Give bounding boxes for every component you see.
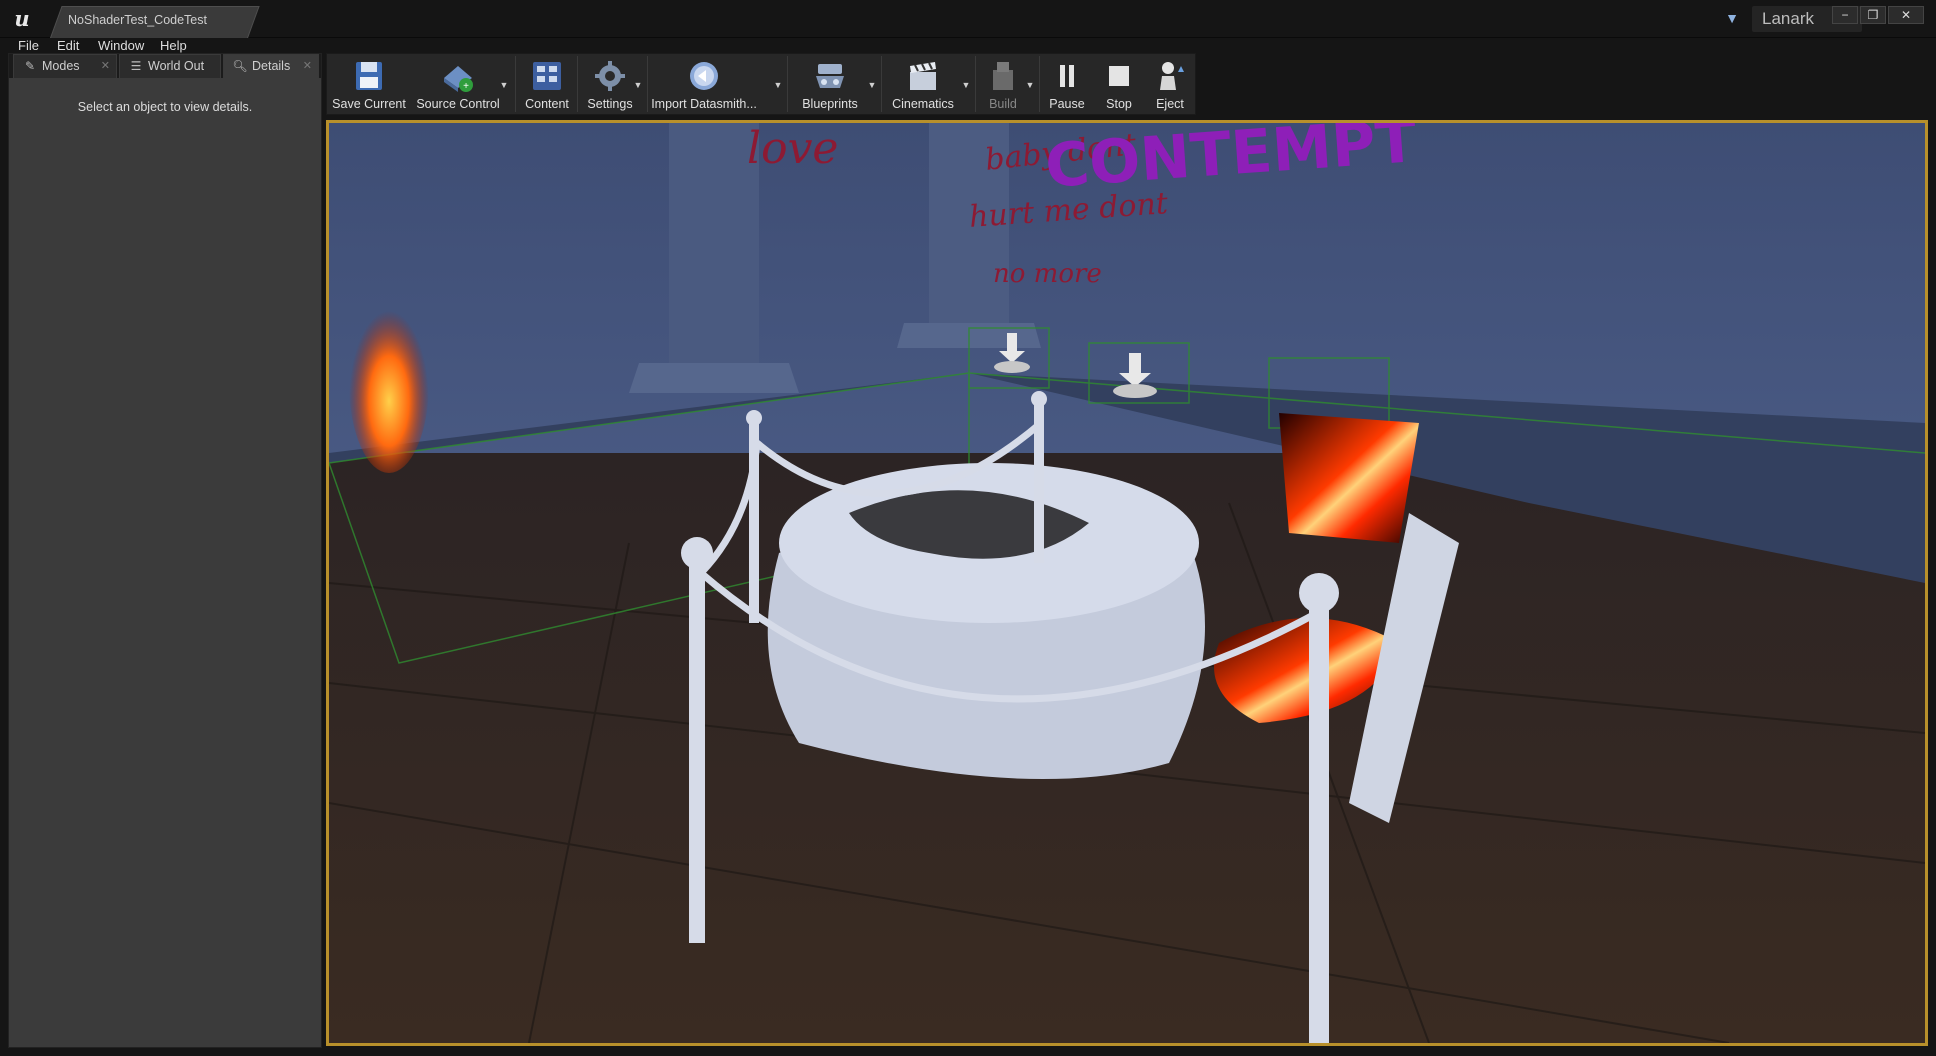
world-outliner-icon: ☰ <box>130 59 142 73</box>
panel-tab-strip: ✎ Modes ✕ ☰ World Out 🔍︎ Details ✕ <box>9 54 321 78</box>
svg-text:+: + <box>463 81 469 92</box>
menu-help[interactable]: Help <box>160 38 187 53</box>
level-viewport[interactable]: love baby dont hurt me dont no more CONT… <box>326 120 1928 1046</box>
datasmith-icon <box>690 62 718 90</box>
source-control-label: Source Control <box>416 97 500 111</box>
tab-close-icon[interactable]: ✕ <box>303 55 312 77</box>
toolbar-separator <box>577 56 578 112</box>
scene-render <box>329 123 1925 1043</box>
stop-button[interactable]: Stop <box>1093 54 1145 114</box>
pause-button[interactable]: Pause <box>1041 54 1093 114</box>
toolbar-separator <box>975 56 976 112</box>
title-bar: u NoShaderTest_CodeTest ▼ Lanark − ❐ ✕ <box>0 0 1936 38</box>
build-button[interactable]: Build <box>977 54 1029 114</box>
toolbar-separator <box>787 56 788 112</box>
content-button[interactable]: Content <box>517 54 577 114</box>
menu-file[interactable]: File <box>18 38 39 53</box>
project-badge-icon: ▼ <box>1725 10 1739 26</box>
toolbar-separator <box>1039 56 1040 112</box>
settings-button[interactable]: Settings <box>579 54 641 114</box>
blueprints-icon <box>816 64 844 88</box>
source-control-dropdown-icon[interactable]: ▼ <box>499 80 509 90</box>
tab-details[interactable]: 🔍︎ Details ✕ <box>223 54 319 78</box>
stop-icon <box>1109 66 1129 86</box>
settings-dropdown-icon[interactable]: ▼ <box>633 80 643 90</box>
clapperboard-icon <box>910 62 936 90</box>
details-panel: ✎ Modes ✕ ☰ World Out 🔍︎ Details ✕ Selec… <box>8 53 322 1048</box>
close-button[interactable]: ✕ <box>1888 6 1924 24</box>
import-datasmith-label: Import Datasmith... <box>651 97 757 111</box>
tab-details-label: Details <box>252 59 291 73</box>
source-control-button[interactable]: + Source Control <box>413 54 503 114</box>
build-label: Build <box>989 97 1017 111</box>
cinematics-button[interactable]: Cinematics <box>883 54 963 114</box>
content-browser-icon <box>533 62 561 90</box>
toolbar-separator <box>515 56 516 112</box>
pause-label: Pause <box>1049 97 1085 111</box>
eject-pawn-icon <box>1160 62 1184 90</box>
menu-edit[interactable]: Edit <box>57 38 79 53</box>
save-current-button[interactable]: Save Current <box>329 54 409 114</box>
menu-bar: File Edit Window Help <box>0 38 1936 53</box>
graffiti-love: love <box>747 123 839 174</box>
stop-label: Stop <box>1106 97 1132 111</box>
pause-icon <box>1060 65 1074 87</box>
cinematics-label: Cinematics <box>892 97 954 111</box>
save-icon <box>356 62 382 90</box>
modes-icon: ✎ <box>24 59 36 73</box>
toolbar-separator <box>881 56 882 112</box>
eject-label: Eject <box>1156 97 1184 111</box>
tab-modes[interactable]: ✎ Modes ✕ <box>13 54 117 78</box>
toolbar-separator <box>647 56 648 112</box>
settings-gear-icon <box>595 61 625 91</box>
blueprints-label: Blueprints <box>802 97 858 111</box>
maximize-button[interactable]: ❐ <box>1860 6 1886 24</box>
eject-button[interactable]: Eject <box>1145 54 1195 114</box>
level-tab-label: NoShaderTest_CodeTest <box>68 13 207 27</box>
source-control-icon: + <box>444 66 473 92</box>
graffiti-no-more: no more <box>993 259 1102 289</box>
cinematics-dropdown-icon[interactable]: ▼ <box>961 80 971 90</box>
details-icon: 🔍︎ <box>232 59 248 73</box>
main-toolbar: Save Current + Source Control ▼ Content … <box>326 53 1196 115</box>
tab-world-outliner[interactable]: ☰ World Out <box>119 54 221 78</box>
tab-modes-label: Modes <box>42 59 80 73</box>
settings-label: Settings <box>587 97 633 111</box>
build-icon <box>993 62 1013 90</box>
unreal-logo-icon[interactable]: u <box>10 7 34 31</box>
save-current-label: Save Current <box>332 97 406 111</box>
details-empty-hint: Select an object to view details. <box>77 100 253 114</box>
blueprints-dropdown-icon[interactable]: ▼ <box>867 80 877 90</box>
tab-world-outliner-label: World Out <box>148 59 205 73</box>
content-label: Content <box>525 97 569 111</box>
menu-window[interactable]: Window <box>98 38 144 53</box>
blueprints-button[interactable]: Blueprints <box>789 54 871 114</box>
import-datasmith-button[interactable]: Import Datasmith... <box>649 54 759 114</box>
tab-close-icon[interactable]: ✕ <box>101 55 110 77</box>
minimize-button[interactable]: − <box>1832 6 1858 24</box>
build-dropdown-icon[interactable]: ▼ <box>1025 80 1035 90</box>
import-datasmith-dropdown-icon[interactable]: ▼ <box>773 80 783 90</box>
